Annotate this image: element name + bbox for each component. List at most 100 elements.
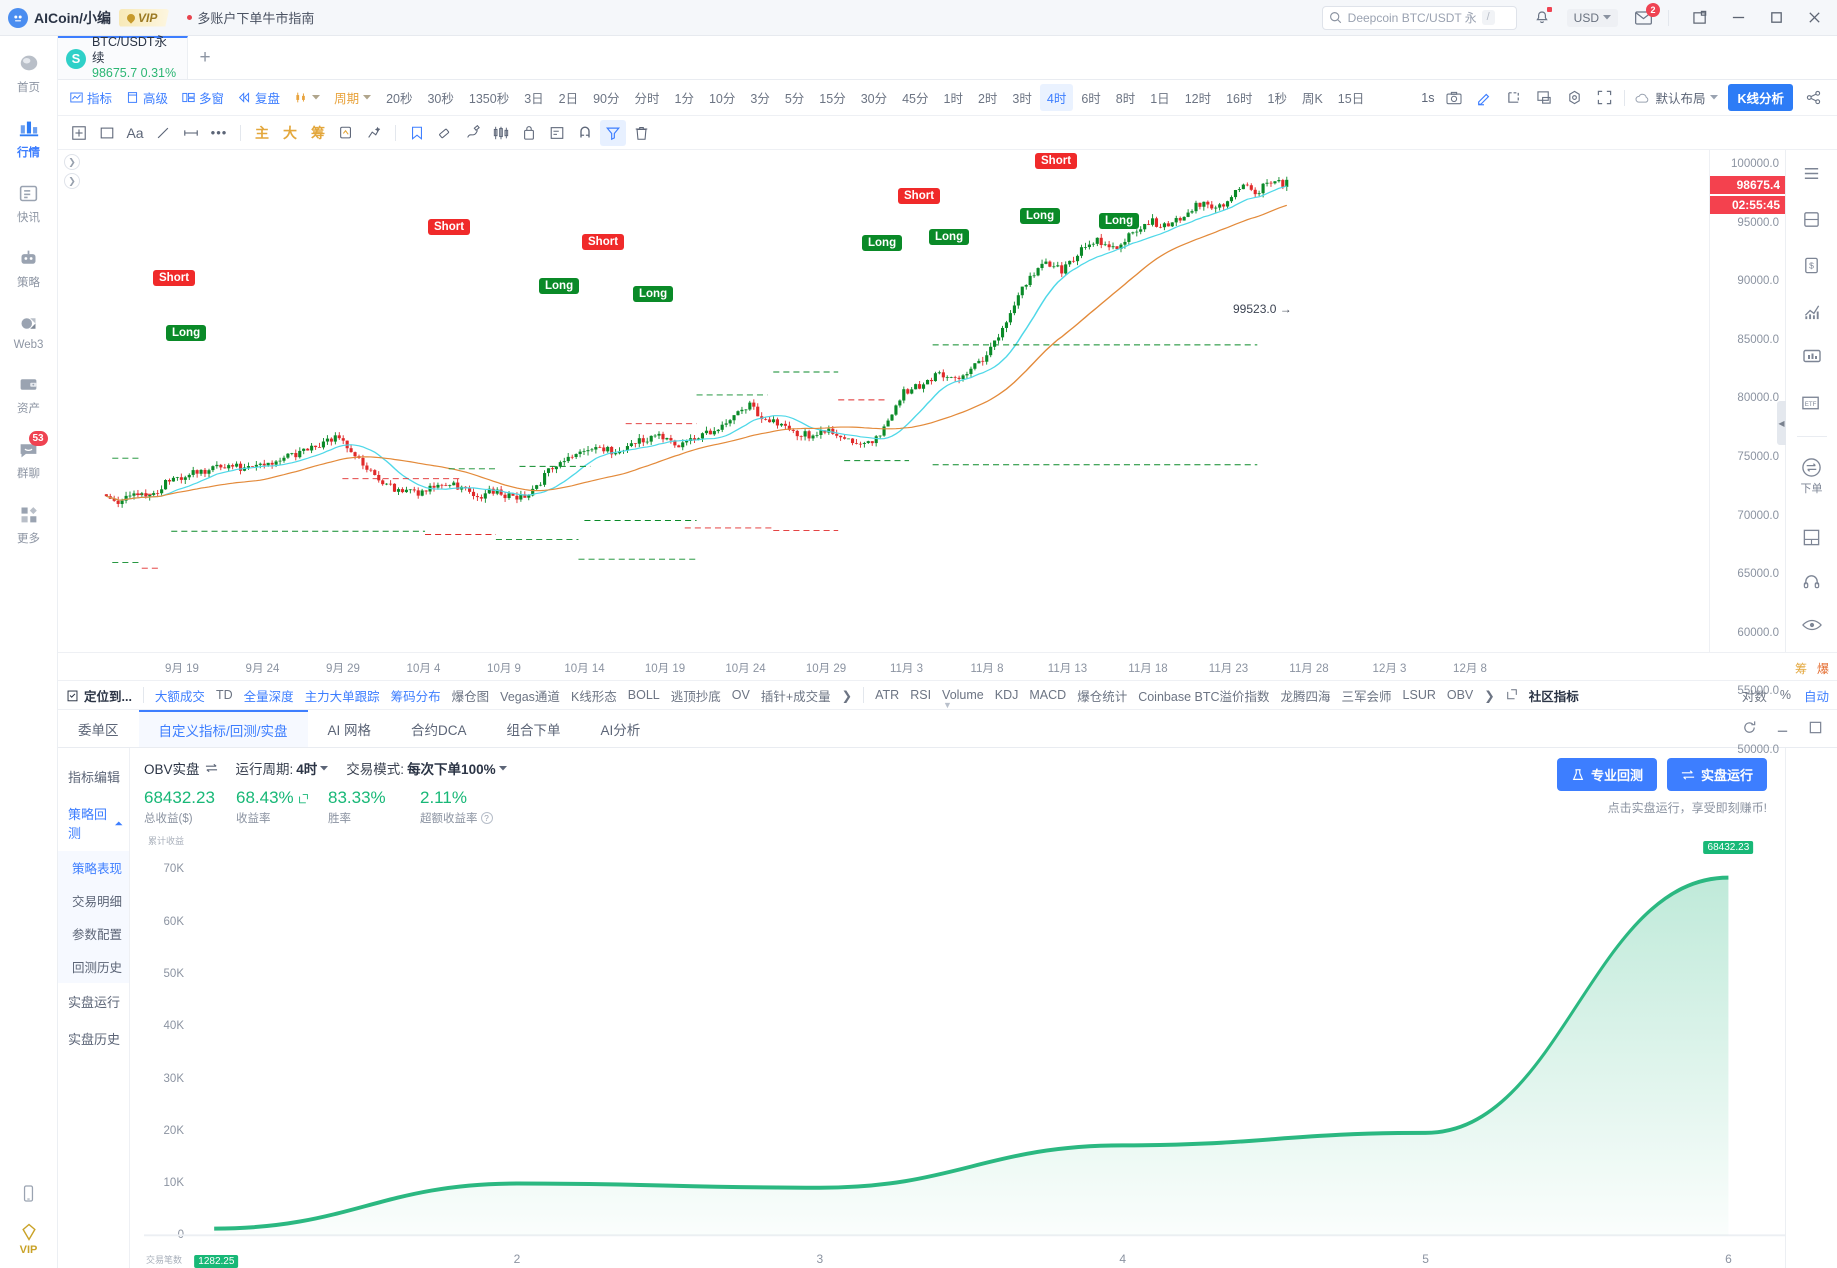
multiwindow-menu-button[interactable]: 多窗 xyxy=(176,88,230,107)
note-icon[interactable] xyxy=(544,120,570,146)
indicator-item-ATR[interactable]: ATR xyxy=(875,688,899,702)
bookmark-icon[interactable] xyxy=(404,120,430,146)
expand-panel-arrow-icon[interactable]: ▼ xyxy=(943,700,952,709)
refresh-rate-label[interactable]: 1s xyxy=(1421,91,1434,105)
headset-support-icon[interactable] xyxy=(1799,568,1825,594)
notifications-bell-button[interactable] xyxy=(1531,6,1553,29)
collapse-right-panel-button[interactable]: ◀ xyxy=(1777,401,1786,445)
trade-marker-long[interactable]: Long xyxy=(1099,213,1140,229)
indicator-item-LSUR[interactable]: LSUR xyxy=(1403,688,1436,702)
trade-marker-short[interactable]: Short xyxy=(1035,153,1078,169)
chips-label[interactable]: 筹 xyxy=(305,120,331,146)
search-input[interactable] xyxy=(1347,10,1476,25)
period-item-45分[interactable]: 45分 xyxy=(895,84,935,111)
bottom-tab-AI 网格[interactable]: AI 网格 xyxy=(308,710,392,747)
indicator-menu-button[interactable]: 指标 xyxy=(64,88,118,107)
trade-mode-selector[interactable]: 交易模式: 每次下单100% xyxy=(346,758,507,778)
indicator-item-BOLL[interactable]: BOLL xyxy=(628,688,660,702)
indicator-item-爆仓统计[interactable]: 爆仓统计 xyxy=(1077,686,1127,705)
eraser-icon[interactable] xyxy=(432,120,458,146)
layout-selector[interactable]: 默认布局 xyxy=(1635,88,1719,107)
period-item-15分[interactable]: 15分 xyxy=(812,84,852,111)
bottom-tab-AI分析[interactable]: AI分析 xyxy=(581,710,661,747)
list-icon[interactable] xyxy=(1799,160,1825,186)
candle-pattern-icon[interactable] xyxy=(488,120,514,146)
vip-badge[interactable]: VIP xyxy=(119,8,170,27)
candle-type-button[interactable] xyxy=(288,91,326,104)
place-order-button[interactable]: 下单 xyxy=(1801,457,1823,496)
price-chart-canvas[interactable]: ❯ ❯ 99523.0 → ← 57443.0 S xyxy=(58,150,1709,652)
magnet-add-icon[interactable] xyxy=(66,120,92,146)
sidebar-item-news[interactable]: 快讯 xyxy=(0,180,58,225)
period-item-3日[interactable]: 3日 xyxy=(517,84,550,111)
indicator-item-插针+成交量[interactable]: 插针+成交量 xyxy=(761,686,831,705)
bottom-tab-组合下单[interactable]: 组合下单 xyxy=(487,710,581,747)
side-subitem-strategy-performance[interactable]: 策略表现 xyxy=(58,851,129,884)
trade-marker-long[interactable]: Long xyxy=(166,325,207,341)
camera-icon[interactable] xyxy=(1444,88,1464,108)
expand-legend-icon-1[interactable]: ❯ xyxy=(64,154,80,170)
log-scale-toggle[interactable]: 对数 xyxy=(1742,686,1767,705)
snapshot-icon[interactable] xyxy=(1534,88,1554,108)
vip-rail-button[interactable]: VIP xyxy=(19,1222,39,1256)
community-indicator-tab[interactable]: 社区指标 xyxy=(1529,686,1579,705)
period-item-30分[interactable]: 30分 xyxy=(854,84,894,111)
sidebar-item-more[interactable]: 更多 xyxy=(0,501,58,546)
mail-button[interactable]: 2 xyxy=(1632,2,1660,29)
expand-panel-icon[interactable] xyxy=(1808,720,1823,738)
side-item-live-run[interactable]: 实盘运行 xyxy=(58,983,129,1020)
indicator-item-KDJ[interactable]: KDJ xyxy=(995,688,1019,702)
big-order-label[interactable]: 大 xyxy=(277,120,303,146)
pro-backtest-button[interactable]: 专业回测 xyxy=(1556,758,1657,791)
crop-icon[interactable] xyxy=(1504,88,1524,108)
indicator-item-TD[interactable]: TD xyxy=(216,688,233,702)
period-item-30秒[interactable]: 30秒 xyxy=(420,84,460,111)
add-tab-button[interactable]: + xyxy=(188,36,222,79)
bottom-tab-自定义指标/回测/实盘[interactable]: 自定义指标/回测/实盘 xyxy=(138,710,308,747)
period-item-2日[interactable]: 2日 xyxy=(552,84,585,111)
indicator-item-爆仓图[interactable]: 爆仓图 xyxy=(452,686,490,705)
trade-marker-short[interactable]: Short xyxy=(153,270,196,286)
indicator-item-筹码分布[interactable]: 筹码分布 xyxy=(391,686,441,705)
trash-icon[interactable] xyxy=(628,120,654,146)
text-Aa-icon[interactable]: Aa xyxy=(122,120,148,146)
side-subitem-param-config[interactable]: 参数配置 xyxy=(58,917,129,950)
live-run-button[interactable]: 实盘运行 xyxy=(1666,758,1767,791)
fullscreen-icon[interactable] xyxy=(1594,88,1614,108)
filter-icon[interactable] xyxy=(600,119,626,146)
bottom-tab-合约DCA[interactable]: 合约DCA xyxy=(391,710,487,747)
trade-marker-short[interactable]: Short xyxy=(582,234,625,250)
side-subitem-trade-details[interactable]: 交易明细 xyxy=(58,884,129,917)
period-item-12时[interactable]: 12时 xyxy=(1178,84,1218,111)
indicator-item-主力大单跟踪[interactable]: 主力大单跟踪 xyxy=(305,686,380,705)
side-item-strategy-backtest[interactable]: 策略回测 xyxy=(58,795,129,851)
share-icon[interactable] xyxy=(1803,88,1823,108)
period-item-16时[interactable]: 16时 xyxy=(1219,84,1259,111)
copy-chip-icon[interactable] xyxy=(333,120,359,146)
indicator-item-龙腾四海[interactable]: 龙腾四海 xyxy=(1281,686,1331,705)
chips-axis-label[interactable]: 筹 xyxy=(1795,660,1807,677)
locate-to-button[interactable]: 定位到... xyxy=(66,686,132,705)
indicator-item-大额成交[interactable]: 大额成交 xyxy=(155,686,205,705)
period-item-分时[interactable]: 分时 xyxy=(628,84,667,111)
indicator-item-RSI[interactable]: RSI xyxy=(910,688,931,702)
more-dots-icon[interactable]: ••• xyxy=(206,120,232,146)
indicator-more-arrow[interactable]: ❯ xyxy=(842,688,852,703)
sidebar-item-web3[interactable]: Web3 xyxy=(0,310,58,351)
replay-menu-button[interactable]: 复盘 xyxy=(232,88,286,107)
equity-curve-chart[interactable]: 累计收益 交易笔数 010K20K30K40K50K60K70K 23456 xyxy=(144,832,1785,1268)
trade-marker-short[interactable]: Short xyxy=(428,219,471,235)
monitor-chart-icon[interactable] xyxy=(1799,344,1825,370)
etf-icon[interactable]: ETF xyxy=(1799,390,1825,416)
indicator-item-三军会师[interactable]: 三军会师 xyxy=(1342,686,1392,705)
indicator-item-OBV[interactable]: OBV xyxy=(1447,688,1473,702)
indicator-item-K线形态[interactable]: K线形态 xyxy=(571,686,617,705)
currency-selector[interactable]: USD xyxy=(1566,8,1618,27)
popout-window-button[interactable] xyxy=(1689,7,1711,29)
trend-up-icon[interactable] xyxy=(1799,298,1825,324)
indicator-item-MACD[interactable]: MACD xyxy=(1029,688,1066,702)
refresh-panel-icon[interactable] xyxy=(1742,720,1757,738)
period-item-周K[interactable]: 周K xyxy=(1295,84,1330,111)
pen-icon[interactable] xyxy=(1474,88,1494,108)
trade-marker-long[interactable]: Long xyxy=(862,235,903,251)
